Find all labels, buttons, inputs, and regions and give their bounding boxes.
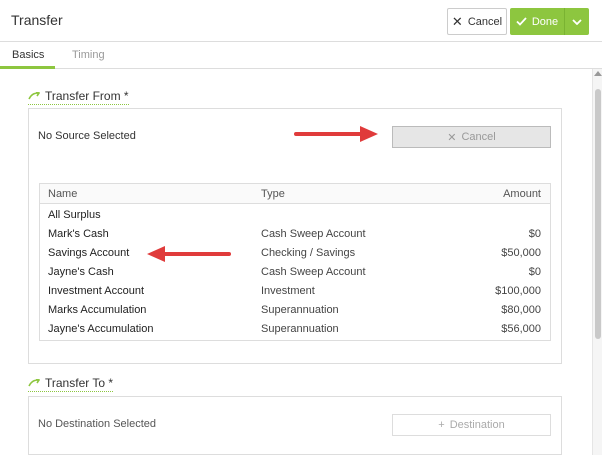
source-accounts-table: Name Type Amount All Surplus Mark's Cash… — [39, 183, 551, 341]
account-type: Cash Sweep Account — [261, 266, 366, 278]
account-name: Marks Accumulation — [48, 304, 147, 316]
account-amount: $0 — [528, 228, 541, 240]
transfer-from-heading: Transfer From * — [28, 89, 129, 105]
account-amount: $80,000 — [501, 304, 541, 316]
scrollbar-thumb[interactable] — [595, 89, 601, 339]
done-button-label: Done — [531, 15, 559, 28]
tab-basics[interactable]: Basics — [12, 49, 44, 61]
dialog-header: Transfer ✕ Cancel Done — [0, 0, 602, 42]
table-row[interactable]: Mark's Cash Cash Sweep Account $0 — [40, 225, 550, 244]
account-name: Investment Account — [48, 285, 144, 297]
account-type: Superannuation — [261, 304, 339, 316]
account-name: All Surplus — [48, 209, 101, 221]
close-icon: ✕ — [447, 131, 457, 144]
account-name: Jayne's Accumulation — [48, 323, 154, 335]
plus-icon: + — [438, 419, 445, 431]
destination-button[interactable]: + Destination — [392, 414, 551, 436]
table-row[interactable]: All Surplus — [40, 206, 550, 225]
annotation-arrow-left — [147, 246, 231, 262]
table-row[interactable]: Investment Account Investment $100,000 — [40, 282, 550, 301]
column-header-amount: Amount — [503, 188, 541, 200]
table-row[interactable]: Savings Account Checking / Savings $50,0… — [40, 244, 550, 263]
source-cancel-label: Cancel — [461, 131, 496, 143]
account-type: Checking / Savings — [261, 247, 356, 259]
account-type: Investment — [261, 285, 315, 297]
account-amount: $100,000 — [495, 285, 541, 297]
active-tab-indicator — [0, 66, 55, 69]
source-cancel-button[interactable]: ✕ Cancel — [392, 126, 551, 148]
destination-button-label: Destination — [449, 419, 505, 431]
account-type: Superannuation — [261, 323, 339, 335]
account-amount: $50,000 — [501, 247, 541, 259]
account-name: Jayne's Cash — [48, 266, 114, 278]
transfer-to-heading: Transfer To * — [28, 376, 114, 392]
scrollbar[interactable] — [592, 69, 602, 455]
transfer-icon — [28, 92, 40, 100]
table-row[interactable]: Jayne's Cash Cash Sweep Account $0 — [40, 263, 550, 282]
table-header: Name Type Amount — [40, 184, 550, 204]
tab-timing[interactable]: Timing — [72, 49, 105, 61]
cancel-button[interactable]: ✕ Cancel — [447, 8, 507, 35]
transfer-from-title: Transfer From * — [45, 89, 129, 103]
chevron-down-icon — [572, 18, 582, 25]
account-name: Savings Account — [48, 247, 130, 259]
transfer-icon — [28, 379, 40, 387]
account-type: Cash Sweep Account — [261, 228, 366, 240]
done-dropdown-button[interactable] — [564, 8, 589, 35]
account-amount: $56,000 — [501, 323, 541, 335]
account-name: Mark's Cash — [48, 228, 109, 240]
table-row[interactable]: Marks Accumulation Superannuation $80,00… — [40, 301, 550, 320]
column-header-type: Type — [261, 188, 285, 200]
source-status: No Source Selected — [38, 130, 136, 142]
transfer-to-title: Transfer To * — [45, 376, 114, 390]
tab-bar: Basics Timing — [0, 43, 602, 69]
cancel-button-label: Cancel — [467, 15, 503, 28]
check-icon — [516, 17, 527, 26]
done-button[interactable]: Done — [510, 8, 564, 35]
column-header-name: Name — [48, 188, 78, 200]
account-amount: $0 — [528, 266, 541, 278]
destination-status: No Destination Selected — [38, 418, 157, 430]
annotation-arrow-right — [294, 126, 378, 142]
dialog-title: Transfer — [11, 12, 63, 28]
scroll-up-icon[interactable] — [594, 71, 602, 76]
table-row[interactable]: Jayne's Accumulation Superannuation $56,… — [40, 320, 550, 339]
close-icon: ✕ — [451, 13, 463, 29]
